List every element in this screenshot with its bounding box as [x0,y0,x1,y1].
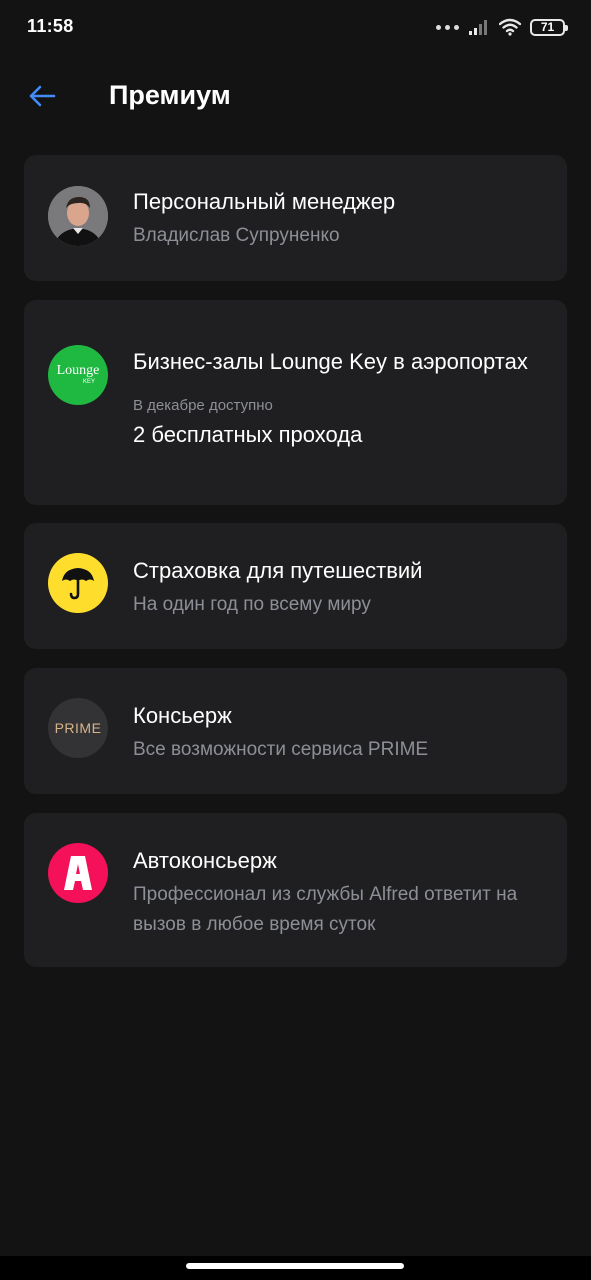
battery-level: 71 [540,20,555,34]
card-title: Страховка для путешествий [133,558,423,583]
personal-manager-card[interactable]: Персональный менеджер Владислав Супрунен… [24,155,567,281]
lounge-key-card[interactable]: Lounge KEY Бизнес-залы Lounge Key в аэро… [24,300,567,505]
card-subtitle: Профессионал из службы Alfred ответит на… [133,884,518,935]
prime-logo: PRIME [48,698,108,758]
wifi-icon [499,18,521,36]
card-subtitle: Владислав Супруненко [133,225,340,246]
card-title: Консьерж [133,703,232,728]
more-dots-icon [436,24,459,30]
umbrella-icon [48,553,108,613]
alfred-logo [48,843,108,903]
arrow-left-icon [29,85,56,107]
lounge-key-logo: Lounge KEY [48,345,108,405]
lounge-logo-text: Lounge [56,363,100,378]
autoconcierge-card[interactable]: Автоконсьерж Профессионал из службы Alfr… [24,813,567,967]
premium-screen: 11:58 71 Премиум Персональный менеджер В… [0,0,591,1280]
card-availability-value: 2 бесплатных прохода [133,422,363,447]
back-button[interactable] [22,76,62,116]
signal-icon [469,20,487,35]
status-bar: 11:58 71 [0,0,591,54]
lounge-logo-subtext: KEY [82,379,95,385]
home-indicator[interactable] [186,1263,404,1269]
concierge-text: Консьерж Все возможности сервиса PRIME [133,700,547,765]
card-subtitle: На один год по всему миру [133,594,371,615]
travel-insurance-text: Страховка для путешествий На один год по… [133,555,547,620]
page-title: Премиум [109,80,231,110]
card-availability-label: В декабре доступно [133,397,273,414]
card-subtitle: Все возможности сервиса PRIME [133,739,429,760]
card-title: Бизнес-залы Lounge Key в аэропортах [133,349,528,374]
status-time: 11:58 [27,16,74,36]
card-title: Персональный менеджер [133,189,396,214]
card-title: Автоконсьерж [133,848,277,873]
prime-logo-text: PRIME [54,720,102,736]
battery-icon: 71 [530,18,568,36]
travel-insurance-card[interactable]: Страховка для путешествий На один год по… [24,523,567,649]
personal-manager-text: Персональный менеджер Владислав Супрунен… [133,186,547,251]
concierge-card[interactable]: PRIME Консьерж Все возможности сервиса P… [24,668,567,794]
autoconcierge-text: Автоконсьерж Профессионал из службы Alfr… [133,845,547,940]
status-icons: 71 [436,16,568,38]
lounge-key-text: Бизнес-залы Lounge Key в аэропортах В де… [133,346,547,449]
avatar [48,186,108,246]
